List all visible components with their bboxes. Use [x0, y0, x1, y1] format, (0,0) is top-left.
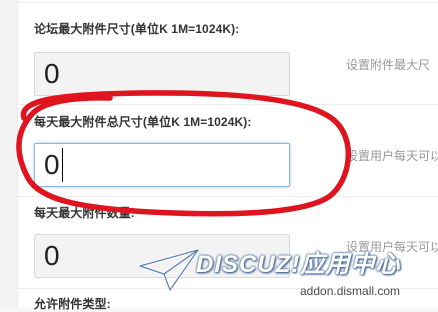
max-attachment-size-hint: 设置附件最大尺: [346, 58, 431, 72]
daily-attachment-count-hint: 设置用户每天可以: [346, 240, 438, 254]
daily-attachment-count-input[interactable]: [34, 234, 290, 278]
allowed-attachment-types-label: 允许附件类型:: [34, 297, 111, 311]
text-caret: [62, 148, 63, 182]
daily-attachment-count-label: 每天最大附件数量:: [34, 206, 135, 220]
row-divider: [18, 2, 438, 3]
left-gutter: [0, 0, 18, 308]
max-attachment-size-input[interactable]: [34, 52, 290, 96]
daily-attachment-total-size-hint: 设置用户每天可以: [346, 149, 438, 163]
row-divider: [18, 288, 438, 289]
max-attachment-size-label: 论坛最大附件尺寸(单位K 1M=1024K):: [34, 22, 240, 36]
daily-attachment-total-size-label: 每天最大附件总尺寸(单位K 1M=1024K):: [34, 115, 252, 129]
row-divider: [18, 104, 438, 105]
daily-attachment-total-size-input[interactable]: [34, 143, 290, 187]
row-divider: [18, 196, 438, 197]
